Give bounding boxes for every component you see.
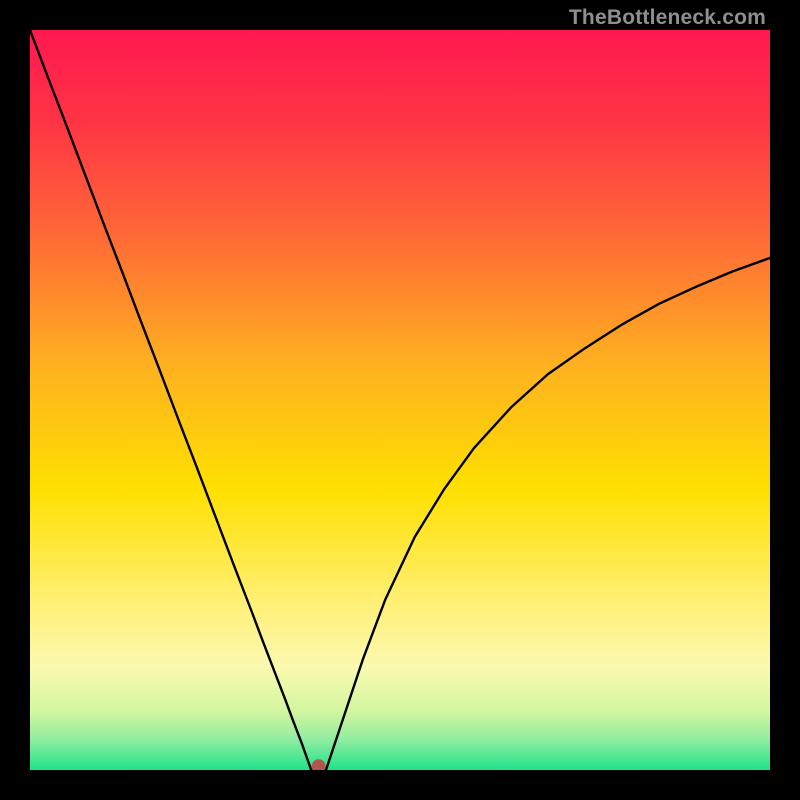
plot-area	[30, 30, 770, 770]
watermark-text: TheBottleneck.com	[569, 6, 766, 30]
chart-frame: TheBottleneck.com	[0, 0, 800, 800]
gradient-rect	[30, 30, 770, 770]
chart-svg	[30, 30, 770, 770]
